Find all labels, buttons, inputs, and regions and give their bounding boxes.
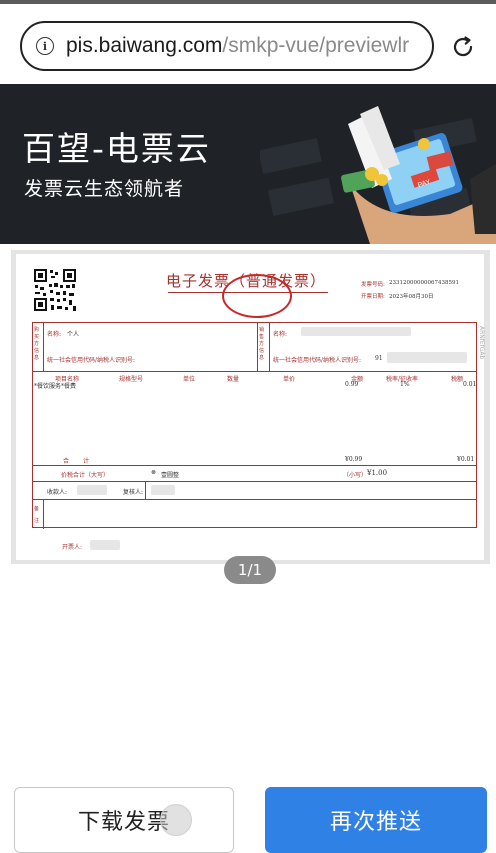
buyer-tax-label: 统一社会信用代码/纳税人识别号: [47,357,136,364]
item-amount: 0.99 [345,381,359,388]
col-tax: 税额 [451,376,464,383]
total-words-value: 壹圆整 [161,472,180,479]
redacted-reviewer [151,485,175,495]
item-rate: 1% [400,381,410,388]
status-bar-edge [0,0,496,4]
divider [33,499,476,500]
seller-tax-prefix: 91 [375,355,383,362]
total-label: 合计 [63,458,104,465]
phone-payment-illustration: PAY [260,106,496,244]
address-bar[interactable]: i pis.baiwang.com/smkp-vue/previewlr [20,21,434,71]
push-again-button[interactable]: 再次推送 [265,787,487,853]
redacted-seller-tax [387,352,467,363]
redacted-payee [77,485,107,495]
reviewer-label: 复核人: [123,489,144,496]
redacted-seller-name [301,327,411,336]
remark-label: 备注 [34,506,40,524]
invoice-preview[interactable]: 电子发票（普通发票） 发票号码: 23312000000067438591 开票… [11,250,490,564]
col-unit: 单位 [183,376,196,383]
invoice-number-value: 23312000000067438591 [389,280,459,286]
invoice-table: 购买方信息 名称: 个人 统一社会信用代码/纳税人识别号: 销售方信息 名称: … [32,322,477,529]
total-amount: ¥0.99 [345,456,363,463]
promo-banner: 百望-电票云 发票云生态领航者 PAY [0,84,496,244]
col-spec: 规格型号 [119,376,144,383]
download-invoice-label: 下载发票 [77,810,170,835]
item-name: *餐饮服务*餐费 [34,383,77,390]
divider [33,481,476,482]
drawer-label: 开票人: [62,544,83,551]
total-tax: ¥0.01 [457,456,475,463]
divider [43,323,44,371]
col-qty: 数量 [227,376,240,383]
divider [257,323,258,371]
total-small-value: ¥1.00 [367,469,388,477]
page-indicator: 1/1 [224,556,276,584]
total-small-label: （小写） [343,472,368,479]
qr-code [33,268,77,312]
buyer-name-value: 个人 [67,331,80,338]
invoice-date-label: 开票日期: [361,294,385,300]
seller-name-label: 名称: [273,331,288,338]
buyer-section-label: 购买方信息 [34,327,40,361]
invoice-seal [222,274,292,318]
touch-ripple [160,804,192,836]
total-words-icon: ⊗ [151,469,157,476]
redacted-drawer [90,540,120,550]
seller-tax-label: 统一社会信用代码/纳税人识别号: [273,357,362,364]
item-tax: 0.01 [463,381,477,388]
url-path: /smkp-vue/previewlr [222,34,410,57]
invoice-side-text: ARNfEfGAb [478,326,485,360]
banner-subtitle: 发票云生态领航者 [24,178,185,200]
banner-title: 百望-电票云 [22,129,211,168]
divider [33,465,476,466]
push-again-label: 再次推送 [329,810,422,835]
reload-icon[interactable] [449,33,477,61]
divider [269,323,270,371]
invoice-date-value: 2023年08月30日 [389,294,434,300]
invoice-number-label: 发票号码: [361,282,385,288]
total-words-label: 价税合计（大写） [61,472,110,479]
divider [145,481,146,499]
site-info-icon[interactable]: i [36,37,54,55]
url-host: pis.baiwang.com [66,34,223,57]
payee-label: 收款人: [47,489,68,496]
col-price: 单价 [283,376,296,383]
buyer-name-label: 名称: [47,331,62,338]
divider [33,371,476,372]
download-invoice-button[interactable]: 下载发票 [14,787,234,853]
seller-section-label: 销售方信息 [259,327,265,361]
invoice-document: 电子发票（普通发票） 发票号码: 23312000000067438591 开票… [16,254,485,560]
divider [43,499,44,529]
